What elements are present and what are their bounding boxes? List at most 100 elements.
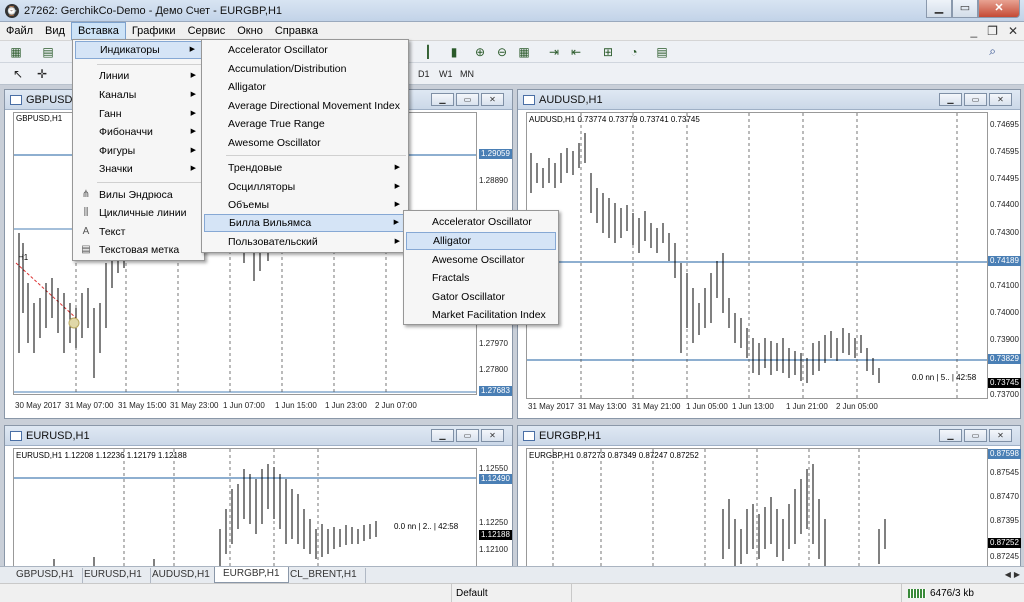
- chart-window-eurusd[interactable]: EURUSD,H1 ▁ ▭ ✕ EURUSD,H1 1.12208 1.12236 …: [4, 425, 513, 568]
- price-tick: 0.74100: [990, 281, 1019, 290]
- tab-eurusd[interactable]: EURUSD,H1: [76, 568, 151, 583]
- search-icon[interactable]: ⌕: [989, 44, 996, 59]
- minimize-button[interactable]: ▁: [926, 0, 952, 18]
- tab-gbpusd[interactable]: GBPUSD,H1: [8, 568, 83, 583]
- menu-item-arrows[interactable]: Значки ▶: [75, 160, 202, 178]
- menu-item-fibonacci[interactable]: Фибоначчи ▶: [75, 123, 202, 141]
- timeframe-mn[interactable]: MN: [460, 67, 474, 81]
- crosshair-icon[interactable]: ✛: [34, 66, 50, 82]
- chart-close-button[interactable]: ✕: [481, 93, 504, 106]
- menu-item-custom[interactable]: Пользовательский ▶: [204, 233, 406, 251]
- chart-window-eurgbp[interactable]: EURGBP,H1 ▁ ▭ ✕ EURGBP,H1 0.87273 0.87349 …: [517, 425, 1021, 568]
- chart-info-label: 0.0 nn | 5.. | 42:58: [912, 373, 977, 382]
- menu-item-label: Ганн: [99, 108, 122, 120]
- menu-help[interactable]: Справка: [269, 22, 324, 40]
- timeframe-w1[interactable]: W1: [439, 67, 453, 81]
- maximize-button[interactable]: ▭: [952, 0, 978, 18]
- bar-chart-icon[interactable]: ┃: [420, 44, 436, 60]
- chart-plot-area[interactable]: AUDUSD,H1 0.73774 0.73779 0.73741 0.7374…: [526, 112, 988, 399]
- menu-item-accelerator-oscillator[interactable]: Accelerator Oscillator: [406, 213, 556, 231]
- chart-maximize-button[interactable]: ▭: [456, 93, 479, 106]
- menu-item-oscillators[interactable]: Осцилляторы ▶: [204, 178, 406, 196]
- chart-shift-icon[interactable]: ⇤: [568, 44, 584, 60]
- menu-item-market-facilitation-index[interactable]: Market Facilitation Index: [406, 306, 556, 324]
- menu-item-bill-williams[interactable]: Билла Вильямса ▶: [204, 214, 406, 232]
- timeframe-d1[interactable]: D1: [418, 67, 430, 81]
- menu-item-andrews-pitchfork[interactable]: ⋔ Вилы Эндрюса: [75, 186, 202, 204]
- new-chart-icon[interactable]: ▦: [8, 44, 24, 60]
- chart-plot-area[interactable]: EURGBP,H1 0.87273 0.87349 0.87247 0.8725…: [526, 448, 988, 568]
- scroll-left-icon[interactable]: ◀: [1005, 570, 1011, 579]
- cursor-icon[interactable]: ↖: [10, 66, 26, 82]
- menu-item-gator-oscillator[interactable]: Gator Oscillator: [406, 288, 556, 306]
- templates-icon[interactable]: ▤: [654, 44, 670, 60]
- chart-close-button[interactable]: ✕: [989, 429, 1012, 442]
- mdi-minimize-icon[interactable]: _: [970, 22, 977, 41]
- price-tick: 0.74595: [990, 147, 1019, 156]
- tab-cl-brent[interactable]: CL_BRENT,H1: [282, 568, 366, 583]
- menu-item-lines[interactable]: Линии ▶: [75, 67, 202, 85]
- time-label: 31 May 07:00: [65, 401, 114, 410]
- text-label-icon: ▤: [81, 244, 91, 255]
- chart-minimize-button[interactable]: ▁: [939, 429, 962, 442]
- chart-maximize-button[interactable]: ▭: [964, 429, 987, 442]
- menu-item-label: Значки: [99, 163, 133, 175]
- chart-close-button[interactable]: ✕: [989, 93, 1012, 106]
- zoom-in-icon[interactable]: ⊕: [472, 44, 488, 60]
- chevron-right-icon: ▶: [394, 238, 400, 245]
- menu-item-cycle-lines[interactable]: ⫼ Цикличные линии: [75, 204, 202, 222]
- menu-item-adx[interactable]: Average Directional Movement Index: [204, 97, 406, 115]
- chart-close-button[interactable]: ✕: [481, 429, 504, 442]
- tile-windows-icon[interactable]: ▦: [516, 44, 532, 60]
- menu-item-fractals[interactable]: Fractals: [406, 269, 556, 287]
- profiles-icon[interactable]: ▤: [40, 44, 56, 60]
- menu-item-accumulation-distribution[interactable]: Accumulation/Distribution: [204, 60, 406, 78]
- menu-item-shapes[interactable]: Фигуры ▶: [75, 142, 202, 160]
- chart-minimize-button[interactable]: ▁: [431, 93, 454, 106]
- menu-item-trend[interactable]: Трендовые ▶: [204, 159, 406, 177]
- chart-minimize-button[interactable]: ▁: [431, 429, 454, 442]
- time-label: 31 May 23:00: [170, 401, 219, 410]
- menu-item-channels[interactable]: Каналы ▶: [75, 86, 202, 104]
- chart-plot-area[interactable]: EURUSD,H1 1.12208 1.12236 1.12179 1.1218…: [13, 448, 477, 568]
- indicators-icon[interactable]: ⊞: [600, 44, 616, 60]
- tab-eurgbp[interactable]: EURGBP,H1: [214, 567, 289, 583]
- menu-item-atr[interactable]: Average True Range: [204, 115, 406, 133]
- menu-separator: [97, 182, 202, 183]
- menu-item-gann[interactable]: Ганн ▶: [75, 105, 202, 123]
- menu-tools[interactable]: Сервис: [182, 22, 232, 40]
- chart-maximize-button[interactable]: ▭: [456, 429, 479, 442]
- candles-icon[interactable]: ▮: [446, 44, 462, 60]
- menu-item-label: Alligator: [228, 81, 266, 93]
- time-label: 31 May 2017: [528, 402, 575, 411]
- chevron-right-icon: ▶: [394, 183, 400, 190]
- menu-view[interactable]: Вид: [39, 22, 71, 40]
- menu-file[interactable]: Файл: [0, 22, 39, 40]
- chart-window-audusd[interactable]: AUDUSD,H1 ▁ ▭ ✕ AUDUSD,H1 0.73774 0.7377…: [517, 89, 1021, 419]
- autoscroll-icon[interactable]: ⇥: [546, 44, 562, 60]
- menu-item-alligator[interactable]: Alligator: [204, 78, 406, 96]
- menu-window[interactable]: Окно: [231, 22, 269, 40]
- chart-maximize-button[interactable]: ▭: [964, 93, 987, 106]
- menu-item-accelerator-oscillator[interactable]: Accelerator Oscillator: [204, 41, 406, 59]
- tab-audusd[interactable]: AUDUSD,H1: [144, 568, 219, 583]
- menu-charts[interactable]: Графики: [126, 22, 182, 40]
- close-button[interactable]: ✕: [978, 0, 1020, 18]
- menu-item-alligator[interactable]: Alligator: [406, 232, 556, 250]
- menu-item-volumes[interactable]: Объемы ▶: [204, 196, 406, 214]
- periods-icon[interactable]: ◔: [626, 44, 642, 60]
- zoom-out-icon[interactable]: ⊖: [494, 44, 510, 60]
- status-empty: [571, 584, 901, 602]
- menu-item-indicators[interactable]: Индикаторы ▶: [75, 41, 202, 59]
- scroll-right-icon[interactable]: ▶: [1014, 570, 1020, 579]
- chart-minimize-button[interactable]: ▁: [939, 93, 962, 106]
- chart-title: EURGBP,H1: [539, 429, 602, 442]
- mdi-close-icon[interactable]: ✕: [1008, 22, 1018, 41]
- menu-item-awesome-oscillator[interactable]: Awesome Oscillator: [204, 134, 406, 152]
- menu-item-text[interactable]: A Текст: [75, 223, 202, 241]
- menu-item-text-label[interactable]: ▤ Текстовая метка: [75, 241, 202, 259]
- mdi-restore-icon[interactable]: ❐: [987, 22, 998, 41]
- menu-item-label: Каналы: [99, 89, 137, 101]
- menu-insert[interactable]: Вставка: [70, 22, 126, 40]
- menu-item-awesome-oscillator[interactable]: Awesome Oscillator: [406, 251, 556, 269]
